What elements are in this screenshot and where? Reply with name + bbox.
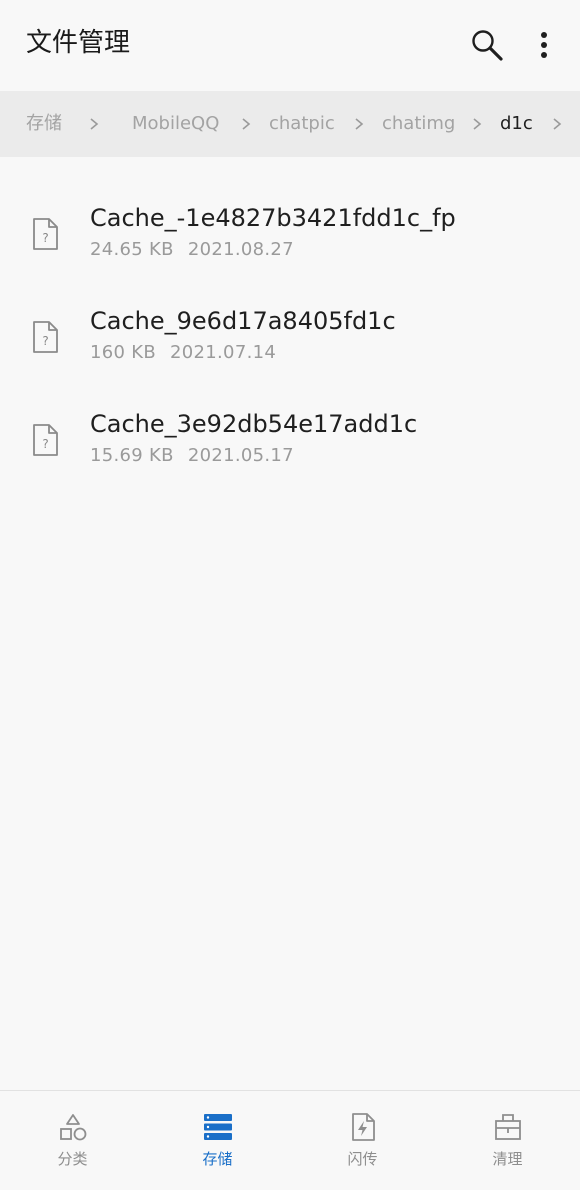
file-meta: 15.69 KB 2021.05.17 (90, 444, 294, 468)
svg-text:?: ? (42, 437, 48, 451)
file-size: 160 KB (90, 342, 157, 363)
file-row[interactable]: ? Cache_3e92db54e17add1c 15.69 KB 2021.05… (0, 389, 580, 489)
flash-transfer-icon (352, 1113, 375, 1141)
chevron-right-icon (473, 118, 482, 130)
svg-text:?: ? (42, 231, 48, 245)
nav-label: 存储 (202, 1150, 233, 1168)
breadcrumb-item-current[interactable]: d1c (500, 112, 533, 136)
file-row[interactable]: ? Cache_-1e4827b3421fdd1c_fp 24.65 KB 202… (0, 183, 580, 283)
nav-item-category[interactable]: 分类 (0, 1091, 145, 1190)
unknown-file-icon: ? (33, 218, 58, 250)
more-vert-icon (541, 32, 547, 58)
chevron-right-icon (355, 118, 364, 130)
breadcrumb-item-mobileqq[interactable]: MobileQQ (132, 112, 219, 136)
file-name: Cache_3e92db54e17add1c (90, 410, 418, 438)
bottom-nav: 分类 存储 闪传 清理 (0, 1090, 580, 1190)
file-size: 24.65 KB (90, 239, 174, 260)
chevron-right-icon (553, 118, 562, 130)
search-button[interactable] (466, 24, 508, 66)
file-size: 15.69 KB (90, 445, 174, 466)
file-row[interactable]: ? Cache_9e6d17a8405fd1c 160 KB 2021.07.14 (0, 286, 580, 386)
file-name: Cache_9e6d17a8405fd1c (90, 307, 396, 335)
search-icon (472, 30, 503, 61)
nav-item-flash-transfer[interactable]: 闪传 (290, 1091, 435, 1190)
breadcrumb-item-storage[interactable]: 存储 (26, 112, 62, 136)
nav-label: 闪传 (347, 1150, 378, 1168)
category-icon (60, 1114, 87, 1141)
nav-label: 分类 (57, 1150, 88, 1168)
file-meta: 160 KB 2021.07.14 (90, 341, 276, 365)
chevron-right-icon (90, 118, 99, 130)
chevron-right-icon (242, 118, 251, 130)
page-title: 文件管理 (26, 28, 131, 58)
nav-item-storage[interactable]: 存储 (145, 1091, 290, 1190)
breadcrumb: 存储 MobileQQ chatpic chatimg d1c (0, 91, 580, 157)
file-date: 2021.08.27 (187, 239, 294, 260)
unknown-file-icon: ? (33, 321, 58, 353)
file-date: 2021.05.17 (187, 445, 294, 466)
app-bar: 文件管理 (0, 0, 580, 90)
svg-text:?: ? (42, 334, 48, 348)
storage-icon (204, 1114, 232, 1140)
file-meta: 24.65 KB 2021.08.27 (90, 238, 294, 262)
more-options-button[interactable] (528, 24, 560, 66)
nav-label: 清理 (492, 1150, 523, 1168)
clean-icon (495, 1114, 521, 1140)
unknown-file-icon: ? (33, 424, 58, 456)
breadcrumb-item-chatimg[interactable]: chatimg (382, 112, 455, 136)
nav-item-clean[interactable]: 清理 (435, 1091, 580, 1190)
file-date: 2021.07.14 (170, 342, 277, 363)
file-name: Cache_-1e4827b3421fdd1c_fp (90, 204, 456, 232)
breadcrumb-item-chatpic[interactable]: chatpic (269, 112, 335, 136)
